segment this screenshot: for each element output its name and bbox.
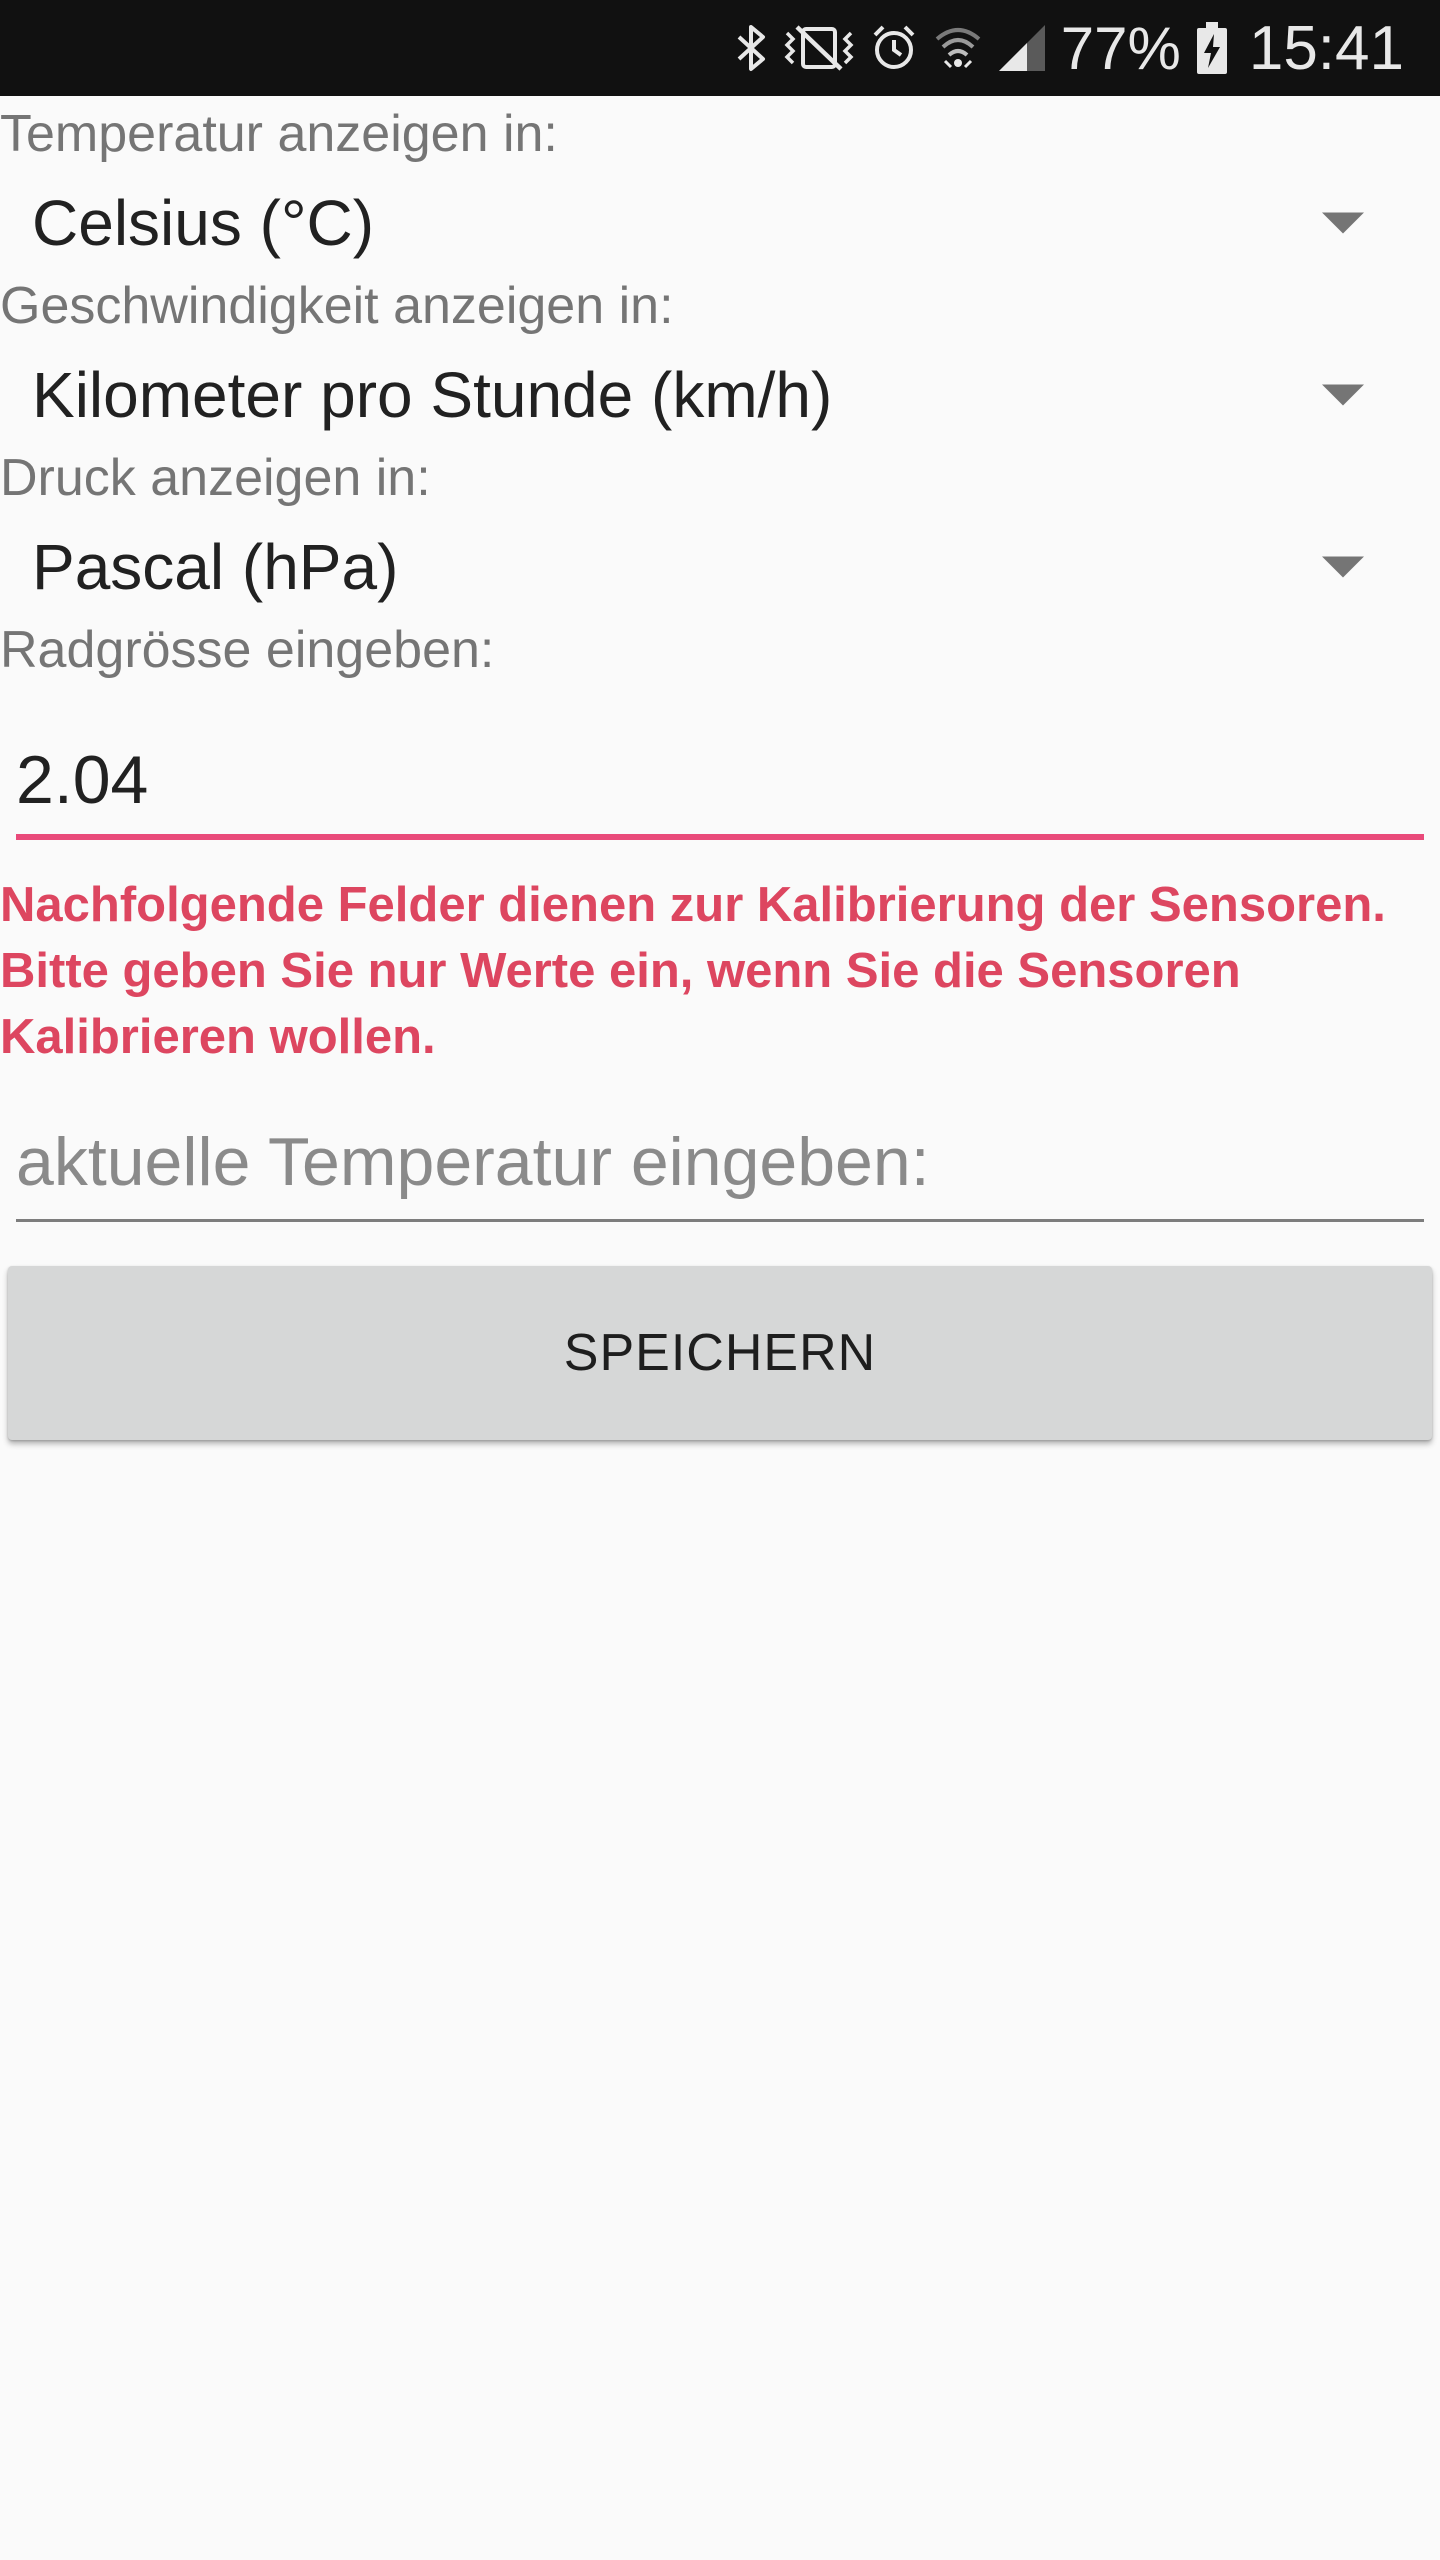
wifi-icon <box>933 20 983 76</box>
wheel-size-underline <box>16 834 1424 840</box>
signal-icon <box>997 20 1047 76</box>
clock: 15:41 <box>1248 13 1404 83</box>
speed-unit-spinner[interactable]: Kilometer pro Stunde (km/h) <box>0 335 1440 455</box>
current-temperature-input[interactable] <box>16 1112 1424 1212</box>
current-temperature-underline <box>16 1219 1424 1222</box>
dropdown-arrow-icon <box>1322 212 1364 234</box>
battery-charging-icon <box>1195 20 1229 76</box>
alarm-icon <box>869 20 919 76</box>
wheel-size-input[interactable] <box>16 730 1424 830</box>
status-icons: 77% 15:41 <box>735 0 1404 96</box>
wheel-size-label: Radgrösse eingeben: <box>0 621 495 679</box>
status-bar: 77% 15:41 <box>0 0 1440 96</box>
speed-unit-label: Geschwindigkeit anzeigen in: <box>0 277 674 335</box>
dropdown-arrow-icon <box>1322 556 1364 578</box>
save-button[interactable]: SPEICHERN <box>8 1266 1432 1440</box>
bluetooth-icon <box>735 20 769 76</box>
vibrate-mute-icon <box>783 20 855 76</box>
pressure-unit-spinner[interactable]: Pascal (hPa) <box>0 507 1440 627</box>
pressure-unit-label: Druck anzeigen in: <box>0 449 431 507</box>
dropdown-arrow-icon <box>1322 384 1364 406</box>
temperature-unit-label: Temperatur anzeigen in: <box>0 105 558 163</box>
temperature-unit-spinner[interactable]: Celsius (°C) <box>0 163 1440 283</box>
pressure-unit-value: Pascal (hPa) <box>32 531 399 603</box>
current-temperature-field[interactable] <box>16 1112 1424 1222</box>
temperature-unit-value: Celsius (°C) <box>32 187 375 259</box>
calibration-warning: Nachfolgende Felder dienen zur Kalibrier… <box>0 878 1386 1064</box>
wheel-size-field[interactable] <box>16 730 1424 840</box>
speed-unit-value: Kilometer pro Stunde (km/h) <box>32 359 833 431</box>
battery-percent: 77% <box>1060 14 1181 82</box>
